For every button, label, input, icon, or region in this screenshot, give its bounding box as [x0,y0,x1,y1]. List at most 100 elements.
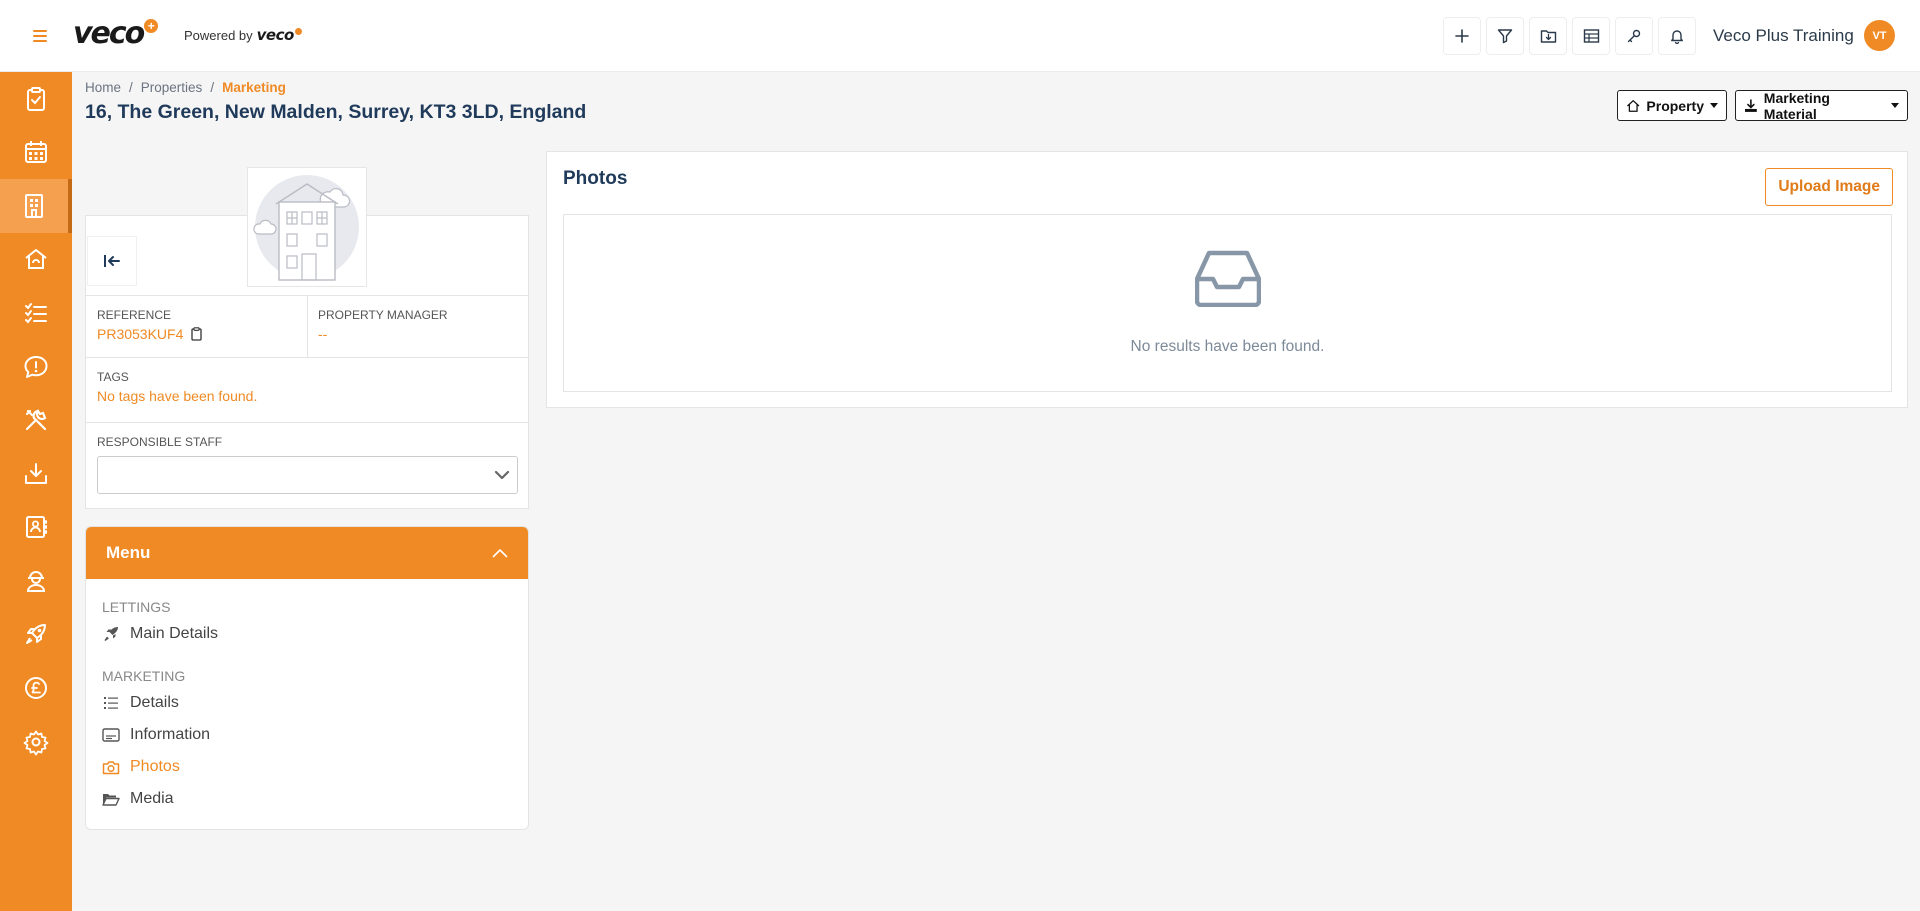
tools-icon [25,409,47,431]
sidebar-item-contacts[interactable] [0,500,72,554]
divider [307,296,308,358]
marketing-material-button-label: Marketing Material [1763,89,1830,122]
powered-by: Powered by veco [184,26,302,44]
tags-field: TAGS No tags have been found. [97,370,257,404]
top-toolbar [1443,17,1696,55]
responsible-staff-select[interactable] [97,456,518,494]
breadcrumb-home[interactable]: Home [85,80,121,95]
plus-icon[interactable] [1443,17,1481,55]
page-title: 16, The Green, New Malden, Surrey, KT3 3… [85,101,587,123]
bell-icon[interactable] [1658,17,1696,55]
powered-by-label: Powered by [184,27,253,43]
menu-item-label: Details [130,694,179,711]
breadcrumb-properties[interactable]: Properties [141,80,203,95]
property-image[interactable] [247,167,367,287]
menu-item-details[interactable]: Details [102,694,179,712]
menu-item-label: Main Details [130,625,219,642]
powered-by-logo-dot [294,27,302,35]
hamburger-menu-icon[interactable] [22,22,58,50]
reference-value[interactable]: PR3053KUF4 [97,326,183,342]
key-icon[interactable] [1615,17,1653,55]
collapse-panel-button[interactable] [87,236,137,286]
empty-state-text: No results have been found. [1130,338,1325,355]
photos-empty-state: No results have been found. [563,214,1892,392]
breadcrumb: Home / Properties / Marketing [85,80,286,95]
upload-image-button[interactable]: Upload Image [1765,168,1893,206]
menu-item-media[interactable]: Media [102,790,174,808]
caret-down-icon [1891,103,1899,108]
responsible-staff-row: RESPONSIBLE STAFF [86,422,528,509]
house-placeholder-icon [253,175,359,281]
download-icon [1744,98,1757,112]
top-bar: veco + Powered by veco Veco Plus Trainin… [0,0,1920,72]
sidebar-item-calendar[interactable] [0,125,72,179]
tags-label: TAGS [97,370,129,384]
sidebar-item-properties[interactable] [0,179,72,233]
checklist-icon [25,303,47,324]
logo-plus-badge: + [144,19,159,33]
building-icon [25,194,43,218]
breadcrumb-separator: / [210,80,215,95]
tags-value: No tags have been found. [97,388,258,404]
menu-header[interactable]: Menu [86,527,528,579]
responsible-staff-label: RESPONSIBLE STAFF [97,435,223,449]
menu-section-lettings: LETTINGS [102,599,171,615]
veco-logo[interactable]: veco + [73,16,159,52]
folder-open-icon [102,794,120,806]
sidebar-item-issues[interactable] [0,340,72,394]
filter-icon[interactable] [1486,17,1524,55]
camera-icon [102,760,120,774]
menu-item-label: Media [130,790,174,807]
sidebar [0,72,72,911]
marketing-material-dropdown-button[interactable]: Marketing Material [1735,89,1908,122]
menu-item-main-details[interactable]: Main Details [102,625,218,643]
menu-item-information[interactable]: Information [102,726,210,744]
menu-item-label: Information [130,726,211,743]
rocket-icon [104,627,118,642]
sidebar-item-contractors[interactable] [0,554,72,608]
sidebar-item-maintenance[interactable] [0,393,72,447]
folder-download-icon[interactable] [1529,17,1567,55]
inbox-icon [1195,250,1261,307]
property-manager-value: -- [318,326,328,342]
pound-icon [25,677,47,699]
property-manager-label: PROPERTY MANAGER [318,308,448,322]
breadcrumb-current: Marketing [222,80,286,95]
sidebar-item-home[interactable] [0,232,72,286]
reference-value-wrap: PR3053KUF4 [97,326,203,342]
copy-clipboard-icon[interactable] [191,327,203,341]
calendar-icon [25,141,47,163]
house-outline-icon [1627,99,1640,112]
clipboard-check-icon [27,87,45,111]
sidebar-item-marketing[interactable] [0,607,72,661]
menu-item-label: Photos [130,758,180,775]
chat-alert-icon [24,356,48,378]
reference-label: REFERENCE [97,308,172,322]
chevron-up-icon [492,549,508,558]
chevron-down-icon [494,470,510,480]
sidebar-item-tasks[interactable] [0,72,72,126]
property-manager-field: PROPERTY MANAGER -- [318,308,448,342]
table-icon[interactable] [1572,17,1610,55]
powered-by-logo: veco [256,26,295,44]
menu-card: Menu LETTINGS Main Details MARKETING Det… [85,526,529,830]
arrow-left-bar-icon [104,255,120,267]
photos-panel: Photos Upload Image No results have been… [546,151,1908,408]
breadcrumb-separator: / [129,80,133,95]
user-name[interactable]: Veco Plus Training [1713,26,1854,46]
sidebar-item-checklist[interactable] [0,286,72,340]
property-dropdown-button[interactable]: Property [1617,90,1727,121]
list-icon [104,697,118,709]
sidebar-item-downloads[interactable] [0,447,72,501]
menu-item-photos[interactable]: Photos [102,758,180,776]
sidebar-item-settings[interactable] [0,715,72,769]
gear-icon [23,730,49,756]
reference-field: REFERENCE PR3053KUF4 [97,308,203,342]
logo-text: veco [73,16,145,51]
house-icon [25,249,47,269]
user-avatar[interactable]: VT [1864,20,1895,51]
sidebar-item-finance[interactable] [0,661,72,715]
card-icon [102,728,120,742]
contact-book-icon [26,516,47,538]
photos-title: Photos [563,168,628,189]
